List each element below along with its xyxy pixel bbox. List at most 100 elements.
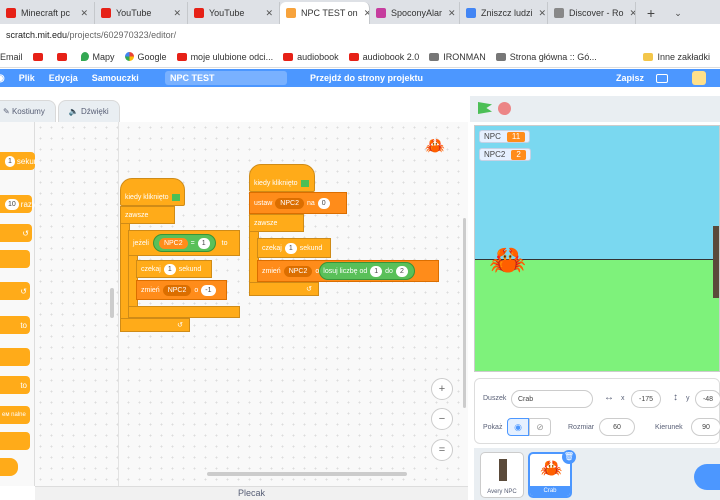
- wait-block[interactable]: czekaj 1 sekund: [136, 260, 212, 278]
- palette-block[interactable]: ↺: [0, 224, 32, 242]
- close-icon[interactable]: ✕: [358, 8, 369, 19]
- bookmark-email[interactable]: Email: [0, 52, 23, 62]
- bookmark-youtube[interactable]: [32, 52, 47, 61]
- browser-tab-strip: Minecraft pc ✕ YouTube ✕ YouTube ✕ NPC TEST…: [0, 0, 720, 24]
- menu-file[interactable]: Plik: [19, 73, 35, 83]
- browser-tab[interactable]: YouTube ✕: [95, 2, 188, 24]
- random-operator[interactable]: losuj liczbę od 1 do 2: [319, 262, 415, 280]
- bookmarks-bar: Email Mapy Google moje ulubione odci... …: [0, 46, 720, 68]
- vertical-scrollbar[interactable]: [110, 288, 114, 318]
- browser-tab[interactable]: Discover - Ro✕: [548, 2, 636, 24]
- show-visible-icon[interactable]: ◉: [507, 418, 529, 436]
- palette-block[interactable]: ем nalne: [0, 406, 30, 424]
- browser-tab[interactable]: Minecraft pc ✕: [0, 2, 95, 24]
- forever-block[interactable]: zawsze: [120, 206, 175, 224]
- tab-costumes[interactable]: ✎ Kostiumy: [0, 100, 56, 122]
- bookmark-other[interactable]: Inne zakładki: [643, 52, 710, 62]
- set-variable-block[interactable]: ustaw NPC2 na 0: [249, 192, 347, 214]
- zoom-reset-button[interactable]: =: [431, 439, 453, 461]
- when-flag-clicked-block[interactable]: kiedy kliknięto: [249, 164, 315, 192]
- x-axis-icon: ↔: [604, 392, 614, 403]
- sprite-name-input[interactable]: Crab: [511, 390, 593, 408]
- avatar[interactable]: [692, 71, 706, 85]
- code-area[interactable]: kiedy kliknięto zawsze jeżeli NPC2 = 1 to …: [35, 122, 468, 486]
- y-input[interactable]: -48: [695, 390, 720, 408]
- sprite-tile-selected[interactable]: 🦀 Crab 🗑: [528, 450, 576, 498]
- scratch-icon: [286, 8, 296, 18]
- avery-npc-sprite[interactable]: [713, 226, 719, 298]
- tab-sounds[interactable]: 🔈 Dźwięki: [57, 100, 120, 122]
- menu-edit[interactable]: Edycja: [49, 73, 78, 83]
- crab-thumbnail: 🦀: [540, 458, 563, 478]
- direction-input[interactable]: 90: [691, 418, 720, 436]
- bookmark-maps[interactable]: Mapy: [80, 52, 115, 62]
- palette-block-repeat[interactable]: 10 razy: [0, 195, 36, 213]
- globe-icon[interactable]: ◉: [0, 73, 5, 84]
- bookmark-home[interactable]: Strona główna :: Gó...: [495, 52, 597, 62]
- close-icon[interactable]: ✕: [533, 8, 547, 19]
- sprite-tile[interactable]: Avery NPC: [480, 452, 524, 498]
- stage-sky: [475, 126, 719, 260]
- app-icon: [554, 8, 564, 18]
- bookmark-favorite[interactable]: moje ulubione odci...: [176, 52, 273, 62]
- palette-block-wait[interactable]: 1 sekund: [0, 152, 43, 170]
- if-block[interactable]: jeżeli NPC2 = 1 to: [128, 230, 240, 256]
- zoom-in-button[interactable]: +: [431, 378, 453, 400]
- palette-block-hexagon[interactable]: [0, 458, 18, 476]
- stage[interactable]: NPC 11 NPC2 2 🦀: [474, 125, 720, 372]
- wait-block[interactable]: czekaj 1 sekund: [257, 238, 331, 258]
- horizontal-scrollbar[interactable]: [207, 472, 407, 476]
- palette-block[interactable]: to: [0, 376, 30, 394]
- crab-sprite[interactable]: 🦀: [489, 246, 526, 276]
- youtube-icon: [6, 8, 16, 18]
- browser-tab-active[interactable]: NPC TEST on✕: [280, 2, 370, 24]
- bookmark-google[interactable]: Google: [124, 52, 167, 62]
- new-tab-button[interactable]: +: [636, 2, 666, 24]
- forever-block-end: ↺: [249, 282, 319, 296]
- my-stuff-icon[interactable]: [656, 73, 668, 83]
- close-icon[interactable]: ✕: [624, 8, 635, 19]
- address-bar[interactable]: scratch.mit.edu/projects/602970323/edito…: [0, 24, 720, 46]
- tab-search-icon[interactable]: ⌄: [666, 2, 690, 24]
- size-input[interactable]: 60: [599, 418, 635, 436]
- menu-tutorials[interactable]: Samouczki: [92, 73, 139, 83]
- forever-block[interactable]: zawsze: [249, 214, 304, 232]
- choose-sprite-button[interactable]: [694, 464, 720, 490]
- delete-sprite-icon[interactable]: 🗑: [562, 450, 576, 464]
- browser-tab[interactable]: YouTube ✕: [188, 2, 280, 24]
- change-variable-block[interactable]: zmień NPC2 o losuj liczbę od 1 do 2: [257, 260, 439, 282]
- bookmark-youtube[interactable]: [56, 52, 71, 61]
- bookmark-ironman[interactable]: IRONMAN: [429, 52, 486, 62]
- bookmark-audiobook[interactable]: audiobook: [283, 52, 339, 62]
- browser-tab[interactable]: SpoconyAlar ✕: [370, 2, 460, 24]
- crab-sprite-icon: 🦀: [425, 138, 445, 155]
- bookmark-audiobook-2[interactable]: audiobook 2.0: [348, 52, 419, 62]
- youtube-icon: [194, 8, 204, 18]
- x-input[interactable]: -175: [631, 390, 661, 408]
- equals-operator[interactable]: NPC2 = 1: [152, 234, 216, 252]
- youtube-icon: [283, 52, 294, 61]
- close-icon[interactable]: ✕: [259, 8, 273, 19]
- green-flag-icon[interactable]: [478, 102, 492, 114]
- close-icon[interactable]: ✕: [442, 8, 456, 19]
- palette-block[interactable]: [0, 432, 30, 450]
- close-icon[interactable]: ✕: [167, 8, 181, 19]
- change-variable-block[interactable]: zmień NPC2 o -1: [136, 280, 227, 300]
- palette-block[interactable]: ↺: [0, 282, 30, 300]
- close-icon[interactable]: ✕: [74, 8, 88, 19]
- zoom-out-button[interactable]: −: [431, 408, 453, 430]
- backpack[interactable]: Plecak: [35, 486, 468, 500]
- palette-block[interactable]: to: [0, 316, 30, 334]
- editor-tabs: ✎ Kostiumy 🔈 Dźwięki: [0, 100, 122, 122]
- project-title-input[interactable]: NPC TEST: [165, 71, 287, 85]
- hide-icon[interactable]: ⊘: [529, 418, 551, 436]
- browser-tab[interactable]: Zniszcz ludzi ✕: [460, 2, 548, 24]
- palette-block[interactable]: [0, 250, 30, 268]
- save-button[interactable]: Zapisz: [616, 73, 644, 83]
- when-flag-clicked-block[interactable]: kiedy kliknięto: [120, 178, 185, 206]
- vertical-scrollbar[interactable]: [463, 218, 466, 408]
- palette-block[interactable]: [0, 348, 30, 366]
- see-project-page-button[interactable]: Przejdź do strony projektu: [310, 73, 423, 83]
- youtube-icon: [348, 52, 359, 61]
- stop-icon[interactable]: [498, 102, 511, 115]
